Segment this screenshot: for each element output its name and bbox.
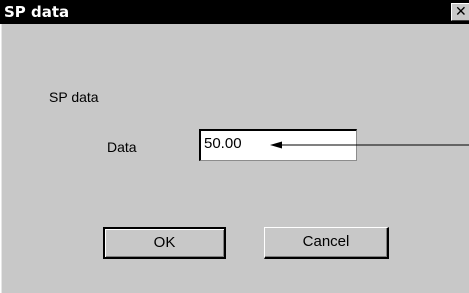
title-bar[interactable]: SP data ✕ [0,0,469,24]
data-field-label: Data [107,139,137,155]
ok-button[interactable]: OK [103,227,226,259]
cancel-button[interactable]: Cancel [264,227,389,259]
close-button[interactable]: ✕ [451,3,469,21]
window-left-border [0,24,2,293]
group-label: SP data [49,89,99,105]
pointer-arrow [270,141,469,149]
close-icon: ✕ [455,4,467,20]
sp-data-dialog: SP data ✕ SP data Data 50.00 OK Cancel [0,0,469,293]
data-input-value: 50.00 [204,135,242,152]
pointer-arrow-head [270,141,282,149]
window-title: SP data [4,3,70,21]
